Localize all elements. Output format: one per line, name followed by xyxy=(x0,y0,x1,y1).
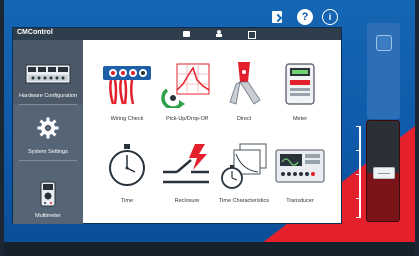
tile-meter[interactable]: Meter xyxy=(270,46,330,126)
pick-up-drop-off-icon xyxy=(161,63,210,108)
document-icon[interactable] xyxy=(247,30,256,39)
scale-tick xyxy=(356,174,361,175)
tile-label: Wiring Check xyxy=(110,116,144,122)
scale-tick xyxy=(356,217,361,218)
tile-direct[interactable]: Direct xyxy=(214,46,274,126)
meter-icon xyxy=(285,63,315,105)
tile-wiring-check[interactable]: Wiring Check xyxy=(97,46,157,126)
stopwatch-icon xyxy=(109,144,145,186)
info-icon[interactable]: i xyxy=(322,9,338,25)
tile-label: Direct xyxy=(236,116,252,122)
transducer-icon xyxy=(275,149,325,183)
scale-tick xyxy=(356,150,361,151)
export-icon[interactable] xyxy=(269,9,285,25)
tile-label: Time xyxy=(120,198,134,204)
device-frame: ? i CMControl Hardware Configuration Sys… xyxy=(0,0,419,256)
tile-label: Pick-Up/Drop-Off xyxy=(166,116,208,122)
device-bottom-bezel xyxy=(4,242,415,256)
sidebar-item-system-settings[interactable]: System Settings xyxy=(13,104,83,160)
slider-handle[interactable] xyxy=(373,167,395,179)
sidebar: Hardware Configuration System Settings M… xyxy=(13,40,83,224)
tile-label: Time Characteristics xyxy=(219,198,269,204)
time-characteristics-icon xyxy=(221,143,267,189)
tile-time-characteristics[interactable]: Time Characteristics xyxy=(214,128,274,208)
wiring-check-icon xyxy=(103,66,151,105)
slider-upper-track xyxy=(367,121,399,173)
help-icon[interactable]: ? xyxy=(297,9,313,25)
sidebar-item-hardware-configuration[interactable]: Hardware Configuration xyxy=(13,40,83,104)
sidebar-item-label: Hardware Configuration xyxy=(18,93,78,99)
slider-track[interactable] xyxy=(366,120,400,222)
tile-label: Meter xyxy=(292,116,308,122)
sidebar-item-label: Multimeter xyxy=(35,213,61,219)
tile-reclosure[interactable]: Reclosure xyxy=(157,128,217,208)
scale-tick xyxy=(356,198,361,199)
app-window: CMControl Hardware Configuration System … xyxy=(12,27,342,224)
control-panel-top xyxy=(367,23,400,119)
tile-pick-up-drop-off[interactable]: Pick-Up/Drop-Off xyxy=(157,46,217,126)
multimeter-icon xyxy=(40,181,56,207)
sidebar-item-label: System Settings xyxy=(28,149,68,155)
panel-button[interactable] xyxy=(376,35,392,51)
app-title: CMControl xyxy=(17,29,53,36)
app-titlebar: CMControl xyxy=(13,28,341,40)
hardware-icon xyxy=(25,64,71,84)
tile-time[interactable]: Time xyxy=(97,128,157,208)
gear-icon xyxy=(37,117,59,139)
direct-icon xyxy=(229,62,261,105)
folder-icon[interactable] xyxy=(183,30,191,38)
user-icon[interactable] xyxy=(215,30,223,38)
tile-label: Transducer xyxy=(286,198,314,204)
scale-tick xyxy=(356,126,361,127)
tile-transducer[interactable]: Transducer xyxy=(270,128,330,208)
reclosure-icon xyxy=(163,144,209,184)
tile-label: Reclosure xyxy=(174,198,200,204)
slider-scale xyxy=(359,126,361,218)
sidebar-item-multimeter[interactable]: Multimeter xyxy=(13,160,83,224)
